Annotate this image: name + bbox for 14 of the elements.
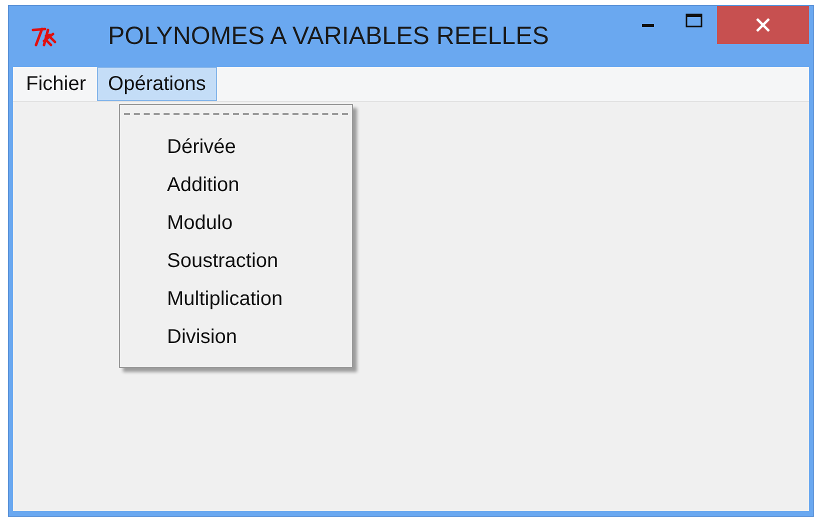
close-button[interactable] [717, 6, 809, 44]
maximize-icon [685, 13, 703, 29]
menu-entry[interactable]: Dérivée [120, 129, 352, 167]
menu-item[interactable]: Fichier [15, 67, 98, 101]
menu-item[interactable]: Opérations [97, 67, 217, 101]
window-title: POLYNOMES A VARIABLES REELLES [108, 22, 549, 51]
menu-entry[interactable]: Multiplication [120, 281, 352, 319]
menu-entry[interactable]: Soustraction [120, 243, 352, 281]
menu-entry[interactable]: Division [120, 319, 352, 357]
minimize-icon [642, 24, 654, 26]
menu-entry[interactable]: Modulo [120, 205, 352, 243]
close-icon [755, 17, 771, 33]
menu-entry[interactable]: Addition [120, 167, 352, 205]
app-icon [31, 26, 59, 48]
